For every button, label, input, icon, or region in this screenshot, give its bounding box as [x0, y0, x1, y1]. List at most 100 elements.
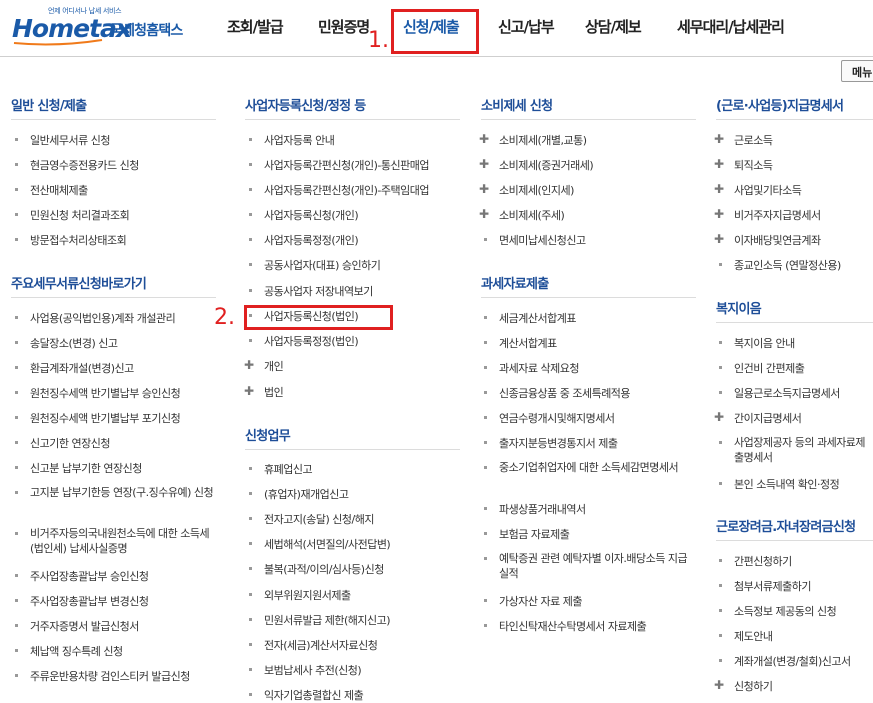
menu-link[interactable]: 전산매체제출: [30, 182, 88, 198]
menu-link[interactable]: 파생상품거래내역서: [499, 501, 586, 517]
plus-icon[interactable]: ✚: [714, 183, 724, 195]
menu-link[interactable]: (휴업자)재개업신고: [264, 486, 349, 502]
plus-icon[interactable]: ✚: [714, 133, 724, 145]
menu-link[interactable]: 일반세무서류 신청: [30, 132, 110, 148]
menu-link[interactable]: 소비제세(증권거래세): [499, 157, 594, 173]
nav-inquiry[interactable]: 조회/발급: [227, 16, 284, 37]
bullet-icon: [15, 341, 18, 344]
menu-link[interactable]: 예탁증권 관련 예탁자별 이자.배당소득 지급 실적: [499, 551, 699, 581]
plus-icon[interactable]: ✚: [479, 183, 489, 195]
menu-link[interactable]: 인건비 간편제출: [734, 360, 805, 376]
menu-link[interactable]: 소득정보 제공동의 신청: [734, 603, 837, 619]
menu-link[interactable]: 방문접수처리상태조회: [30, 232, 127, 248]
plus-icon[interactable]: ✚: [479, 158, 489, 170]
nav-consult[interactable]: 상담/제보: [585, 16, 642, 37]
menu-link[interactable]: 사업자등록신청(개인): [264, 207, 359, 223]
menu-button[interactable]: 메뉴: [841, 60, 873, 82]
menu-link[interactable]: 비거주자지급명세서: [734, 207, 821, 223]
plus-icon[interactable]: ✚: [479, 133, 489, 145]
menu-link[interactable]: 간이지급명세서: [734, 410, 802, 426]
plus-icon[interactable]: ✚: [244, 385, 254, 397]
bullet-icon: [719, 634, 722, 637]
nav-tax-agent[interactable]: 세무대리/납세관리: [677, 16, 785, 37]
menu-link[interactable]: 개인: [264, 358, 284, 374]
menu-link[interactable]: 현금영수증전용카드 신청: [30, 157, 139, 173]
menu-link[interactable]: 보범납세사 추전(신청): [264, 662, 362, 678]
menu-link[interactable]: 주류운반용차량 검인스티커 발급신청: [30, 668, 190, 684]
menu-link[interactable]: 사업자등록간편신청(개인)-통신판매업: [264, 157, 429, 173]
menu-link[interactable]: 소비제세(주세): [499, 207, 565, 223]
menu-link[interactable]: 사업자등록정정(개인): [264, 232, 359, 248]
menu-link[interactable]: 보험금 자료제출: [499, 526, 570, 542]
bullet-icon: [15, 491, 18, 494]
menu-link[interactable]: 공동사업자(대표) 승인하기: [264, 257, 381, 273]
menu-link[interactable]: 신고기한 연장신청: [30, 435, 110, 451]
menu-link[interactable]: 전자(세금)계산서자료신청: [264, 637, 378, 653]
plus-icon[interactable]: ✚: [714, 411, 724, 423]
menu-link[interactable]: 공동사업자 저장내역보기: [264, 283, 373, 299]
menu-link[interactable]: 퇴직소득: [734, 157, 773, 173]
menu-link[interactable]: 첨부서류제출하기: [734, 578, 811, 594]
menu-link[interactable]: 면세미납세신청신고: [499, 232, 586, 248]
menu-link[interactable]: 원천징수세액 반기별납부 승인신청: [30, 385, 181, 401]
menu-link[interactable]: 원천징수세액 반기별납부 포기신청: [30, 410, 181, 426]
menu-link[interactable]: 복지이음 안내: [734, 335, 795, 351]
menu-link[interactable]: 일용근로소득지급명세서: [734, 385, 840, 401]
menu-link[interactable]: 사업자등록간편신청(개인)-주택임대업: [264, 182, 429, 198]
category-title: (근로·사업등)지급명세서: [716, 99, 844, 114]
menu-link[interactable]: 익자기업총렬합신 제출: [264, 687, 364, 703]
menu-link[interactable]: 근로소득: [734, 132, 773, 148]
menu-link[interactable]: 송달장소(변경) 신고: [30, 335, 118, 351]
menu-link[interactable]: 신종금융상품 중 조세특례적용: [499, 385, 631, 401]
menu-link[interactable]: 외부위원지원서제출: [264, 587, 351, 603]
menu-link[interactable]: 전자고지(송달) 신청/해지: [264, 511, 375, 527]
nav-report-pay[interactable]: 신고/납부: [498, 16, 555, 37]
menu-link[interactable]: 민원서류발급 제한(해지신고): [264, 612, 391, 628]
bullet-icon: [719, 609, 722, 612]
menu-link[interactable]: 가상자산 자료 제출: [499, 593, 582, 609]
menu-link[interactable]: 주사업장총괄납부 승인신청: [30, 568, 149, 584]
menu-link[interactable]: 고지분 납부기한등 연장(구.징수유예) 신청: [30, 485, 220, 500]
menu-link[interactable]: 계산서합계표: [499, 335, 557, 351]
menu-link[interactable]: 본인 소득내역 확인·정정: [734, 476, 840, 492]
menu-link[interactable]: 사업용(공익법인용)계좌 개설관리: [30, 310, 176, 326]
plus-icon[interactable]: ✚: [714, 233, 724, 245]
menu-link[interactable]: 법인: [264, 384, 284, 400]
menu-link[interactable]: 사업자등록 안내: [264, 132, 335, 148]
menu-link[interactable]: 계좌개설(변경/철회)신고서: [734, 653, 851, 669]
menu-link[interactable]: 소비제세(인지세): [499, 182, 574, 198]
menu-link[interactable]: 과세자료 삭제요청: [499, 360, 579, 376]
menu-link[interactable]: 거주자증명서 발급신청서: [30, 618, 139, 634]
menu-link[interactable]: 신청하기: [734, 678, 773, 694]
menu-link[interactable]: 신고분 납부기한 연장신청: [30, 460, 142, 476]
menu-link[interactable]: 타인신탁재산수탁명세서 자료제출: [499, 618, 647, 634]
category-divider: [245, 449, 460, 450]
menu-link[interactable]: 사업및기타소득: [734, 182, 802, 198]
menu-link[interactable]: 휴폐업신고: [264, 461, 313, 477]
plus-icon[interactable]: ✚: [479, 208, 489, 220]
menu-link[interactable]: 소비제세(개별,교통): [499, 132, 587, 148]
menu-link[interactable]: 종교인소득 (연말정산용): [734, 257, 841, 273]
plus-icon[interactable]: ✚: [714, 679, 724, 691]
menu-link[interactable]: 연금수령개시및해지명세서: [499, 410, 615, 426]
plus-icon[interactable]: ✚: [714, 208, 724, 220]
menu-link[interactable]: 중소기업취업자에 대한 소득세감면명세서: [499, 460, 699, 475]
menu-link[interactable]: 사업자등록정정(법인): [264, 333, 359, 349]
menu-link[interactable]: 불복(과적/이의/심사등)신청: [264, 561, 384, 577]
menu-link[interactable]: 체납액 징수특례 신청: [30, 643, 123, 659]
menu-link[interactable]: 제도안내: [734, 628, 773, 644]
menu-link[interactable]: 주사업장총괄납부 변경신청: [30, 593, 149, 609]
menu-link[interactable]: 이자배당및연금계좌: [734, 232, 821, 248]
menu-link[interactable]: 세법해석(서면질의/사전답변): [264, 536, 391, 552]
menu-link[interactable]: 민원신청 처리결과조회: [30, 207, 130, 223]
menu-link[interactable]: 환급계좌개설(변경)신고: [30, 360, 134, 376]
menu-link[interactable]: 출자지분등변경통지서 제출: [499, 435, 618, 451]
plus-icon[interactable]: ✚: [714, 158, 724, 170]
menu-link[interactable]: 사업장제공자 등의 과세자료제출명세서: [734, 435, 873, 465]
menu-link[interactable]: 간편신청하기: [734, 553, 792, 569]
plus-icon[interactable]: ✚: [244, 359, 254, 371]
nav-civil[interactable]: 민원증명: [318, 16, 370, 37]
menu-link[interactable]: 세금계산서합계표: [499, 310, 576, 326]
hometax-logo[interactable]: 언제 어디서나 납세 서비스 Hometax 국세청홈택스: [12, 6, 192, 50]
menu-link[interactable]: 비거주자등의국내원천소득에 대한 소득세(법인세) 납세사실증명: [30, 526, 220, 556]
